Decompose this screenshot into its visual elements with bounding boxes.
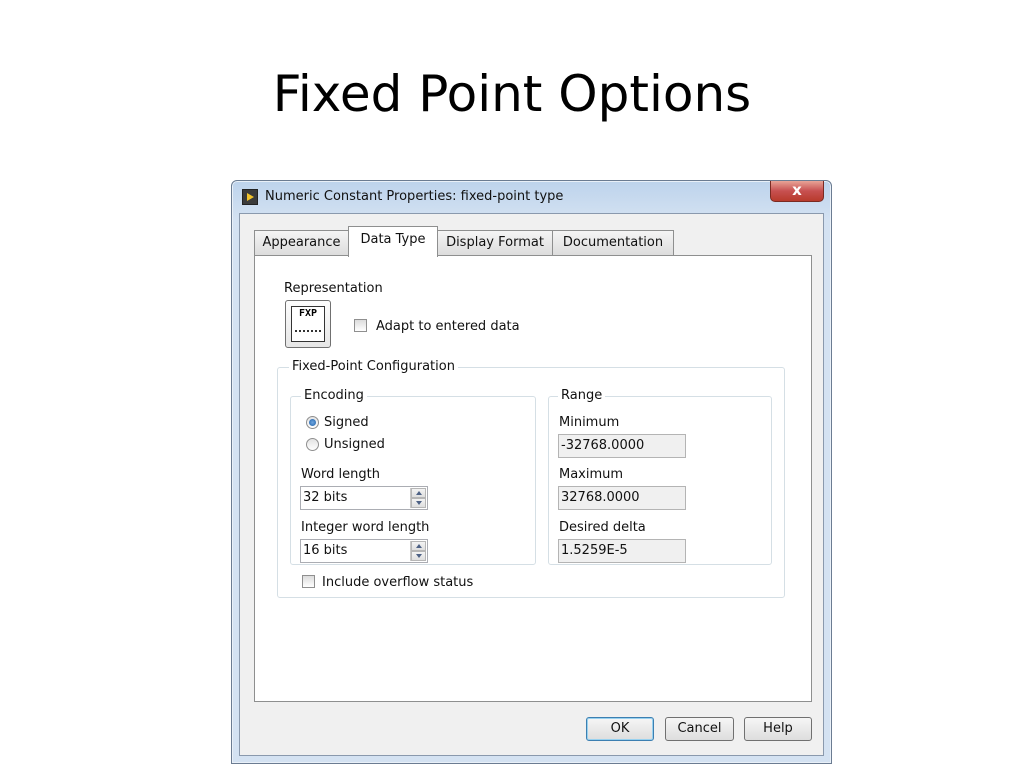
fxp-icon-text: FXP: [298, 308, 318, 319]
tab-appearance[interactable]: Appearance: [254, 230, 349, 256]
dialog-client: Appearance Data Type Display Format Docu…: [239, 213, 824, 756]
fxp-icon-dots: [295, 330, 321, 335]
signed-radio[interactable]: [306, 416, 319, 429]
fixed-point-config-group: Fixed-Point Configuration Encoding Signe…: [277, 359, 785, 598]
word-length-value: 32 bits: [303, 490, 348, 505]
range-group: Range Minimum -32768.0000 Maximum 32768.…: [548, 388, 772, 565]
ok-button[interactable]: OK: [586, 717, 654, 741]
window-title: Numeric Constant Properties: fixed-point…: [265, 189, 564, 204]
adapt-label: Adapt to entered data: [376, 319, 520, 334]
data-type-panel: Representation FXP Adapt to entered data…: [254, 255, 812, 702]
increment-icon[interactable]: [411, 541, 426, 551]
decrement-icon[interactable]: [411, 551, 426, 561]
overflow-status-label: Include overflow status: [322, 575, 474, 590]
integer-word-length-stepper[interactable]: 16 bits: [300, 539, 428, 563]
encoding-legend: Encoding: [301, 388, 367, 403]
tab-data-type[interactable]: Data Type: [348, 226, 438, 257]
signed-label: Signed: [324, 415, 369, 430]
close-button[interactable]: x: [770, 181, 824, 202]
tab-display-format[interactable]: Display Format: [437, 230, 553, 256]
word-length-spinner: [410, 488, 426, 508]
labview-constant-icon: [242, 189, 258, 205]
fixed-point-config-legend: Fixed-Point Configuration: [289, 359, 458, 374]
title-bar[interactable]: Numeric Constant Properties: fixed-point…: [232, 181, 831, 213]
range-legend: Range: [558, 388, 606, 403]
increment-icon[interactable]: [411, 488, 426, 498]
overflow-status-checkbox[interactable]: [302, 575, 315, 588]
properties-dialog: Numeric Constant Properties: fixed-point…: [231, 180, 832, 764]
help-button[interactable]: Help: [744, 717, 812, 741]
unsigned-label: Unsigned: [324, 437, 385, 452]
unsigned-radio[interactable]: [306, 438, 319, 451]
minimum-label: Minimum: [559, 415, 620, 430]
desired-delta-field: 1.5259E-5: [558, 539, 686, 563]
integer-word-length-value: 16 bits: [303, 543, 348, 558]
tab-documentation[interactable]: Documentation: [552, 230, 674, 256]
word-length-stepper[interactable]: 32 bits: [300, 486, 428, 510]
representation-label: Representation: [284, 281, 383, 296]
integer-word-length-label: Integer word length: [301, 520, 430, 535]
maximum-field: 32768.0000: [558, 486, 686, 510]
desired-delta-label: Desired delta: [559, 520, 646, 535]
word-length-label: Word length: [301, 467, 380, 482]
integer-word-length-spinner: [410, 541, 426, 561]
representation-button[interactable]: FXP: [285, 300, 331, 348]
cancel-button[interactable]: Cancel: [665, 717, 734, 741]
encoding-group: Encoding Signed Unsigned Word length 32 …: [290, 388, 536, 565]
adapt-checkbox[interactable]: [354, 319, 367, 332]
decrement-icon[interactable]: [411, 498, 426, 508]
fxp-icon: FXP: [291, 306, 325, 342]
maximum-label: Maximum: [559, 467, 624, 482]
slide-title: Fixed Point Options: [272, 65, 752, 123]
minimum-field: -32768.0000: [558, 434, 686, 458]
